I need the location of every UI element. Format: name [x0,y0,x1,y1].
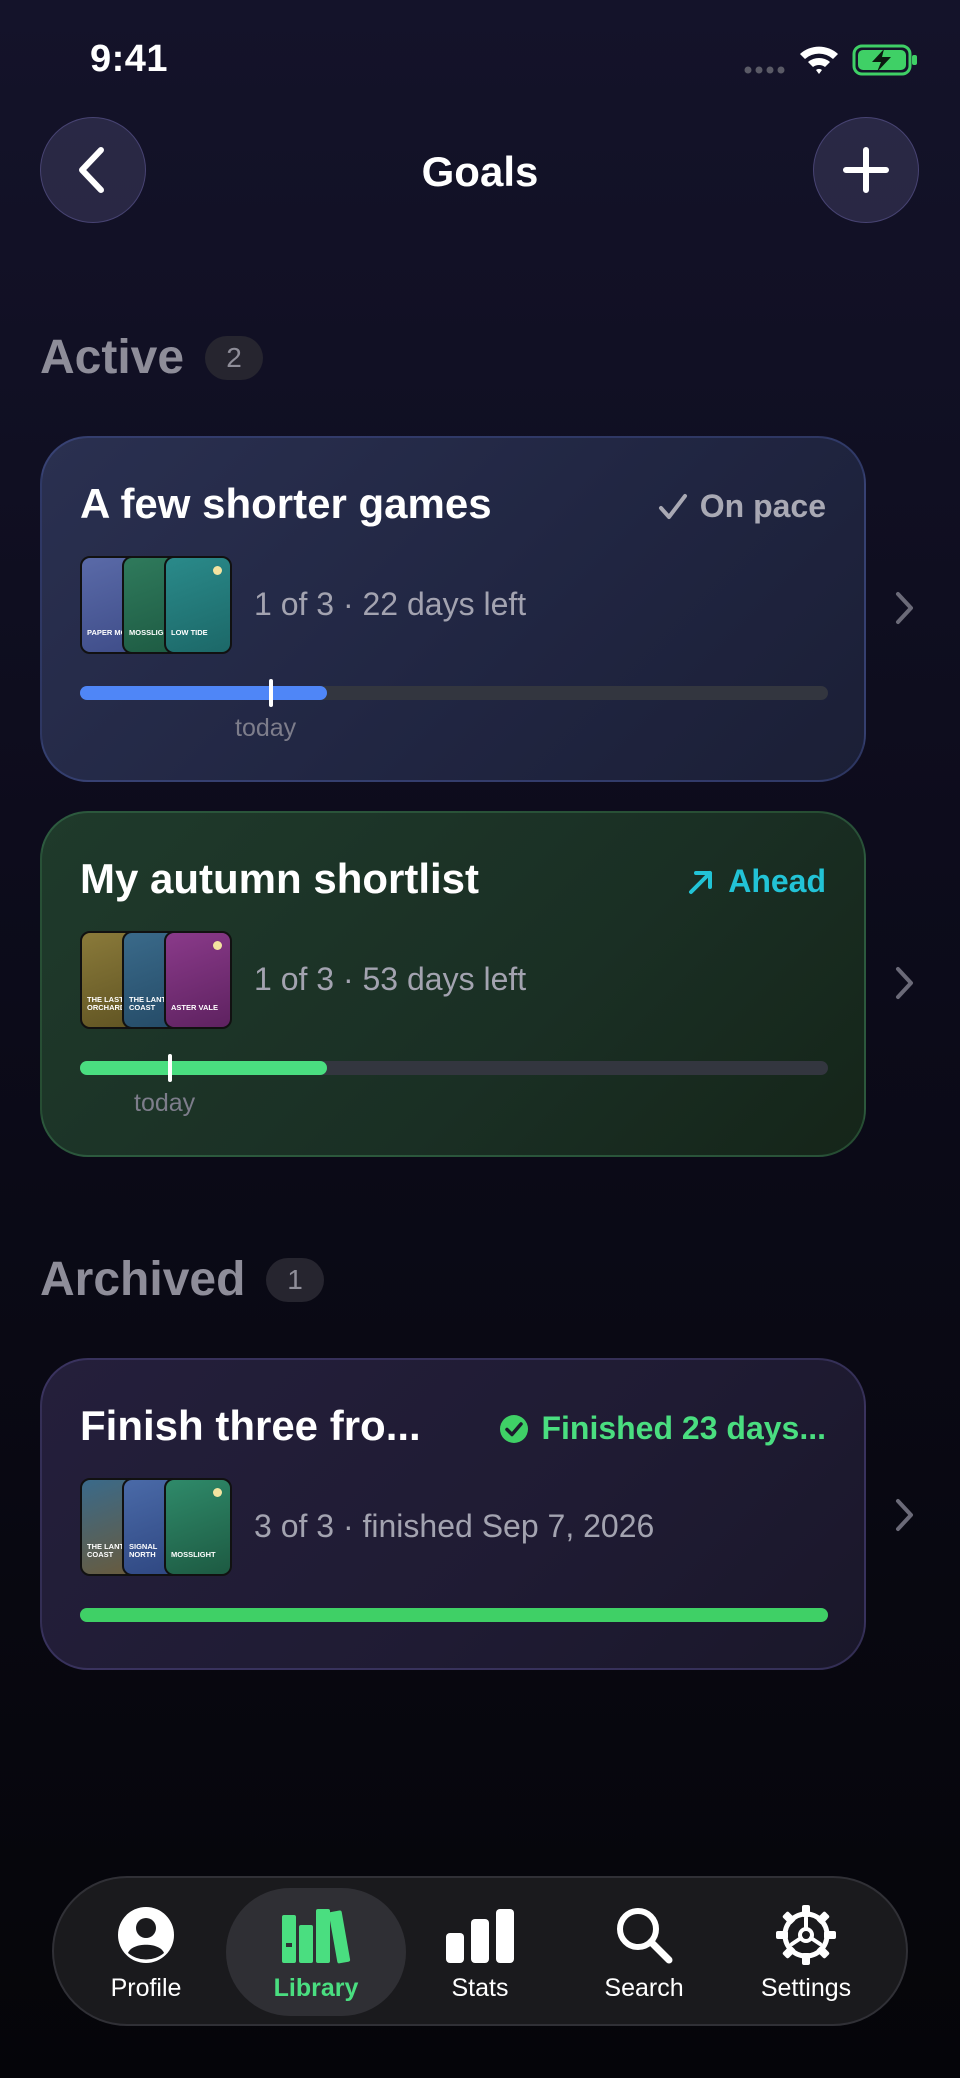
battery-charging-icon [852,44,917,76]
tab-stats[interactable]: Stats [390,1888,570,2016]
today-label: today [235,714,297,742]
checkmark-icon [658,493,687,519]
gear-icon [776,1905,836,1965]
tab-label: Library [273,1974,359,2002]
tab-label: Settings [760,1974,852,2002]
books-icon [282,1909,351,1964]
today-label: today [134,1089,196,1117]
progress-fill [80,686,327,700]
person-circle-icon [118,1907,174,1963]
tab-label: Profile [110,1974,182,2002]
game-covers: PAPER MOON MOSSLIGHT LOW TIDE [80,556,232,654]
cover-title: MOSSLIGHT [171,1550,216,1560]
today-marker [269,679,273,707]
chevron-right-icon[interactable] [894,965,916,1006]
status-icons [742,42,922,78]
checkmark-circle-icon [500,1414,529,1443]
arrow-up-right-icon [689,870,713,894]
plus-icon [843,147,889,193]
goal-status-label: Ahead [728,863,826,899]
chevron-right-icon[interactable] [894,590,916,631]
goal-status-label: Finished 23 days... [541,1410,826,1446]
goal-status-ahead: Ahead [686,863,826,900]
tab-label: Stats [451,1974,509,2002]
wifi-icon [800,46,838,74]
goal-progress-bar [80,1608,828,1622]
tab-settings[interactable]: Settings [716,1888,896,2016]
goal-status-on-pace: On pace [658,488,826,525]
goal-title: My autumn shortlist [80,855,480,902]
add-goal-button[interactable] [813,117,919,223]
goal-progress-text: 1 of 3 · 22 days left [254,586,527,622]
goal-card-autumn-shortlist[interactable]: My autumn shortlist Ahead THE LAST ORCHA… [40,811,866,1157]
goal-progress-text: 1 of 3 · 53 days left [254,961,527,997]
game-covers: THE LANTERN COAST SIGNAL NORTH MOSSLIGHT [80,1478,232,1576]
active-count-badge: 2 [205,336,263,380]
magnifier-icon [617,1908,673,1964]
cellular-signal-icon [744,66,785,74]
goal-card-finished[interactable]: Finish three fro... Finished 23 days... … [40,1358,866,1670]
goal-progress-bar [80,679,828,707]
tab-label: Search [604,1974,684,2002]
goal-status-label: On pace [699,488,826,524]
tab-library[interactable]: Library [226,1888,406,2016]
bar-chart-icon [446,1909,514,1963]
section-title-active: Active [40,331,185,384]
goal-status-finished: Finished 23 days... [499,1410,826,1447]
cover-title: LOW TIDE [171,628,208,638]
progress-fill [80,1061,327,1075]
game-cover: ASTER VALE [164,931,232,1029]
section-title-archived: Archived [40,1253,246,1306]
archived-count-badge: 1 [266,1258,324,1302]
goal-progress-text: 3 of 3 · finished Sep 7, 2026 [254,1508,655,1544]
game-covers: THE LAST ORCHARD THE LANTERN COAST ASTER… [80,931,232,1029]
goal-progress-bar [80,1054,828,1082]
goal-card-shorter-games[interactable]: A few shorter games On pace PAPER MOON M… [40,436,866,782]
game-cover: LOW TIDE [164,556,232,654]
today-marker [168,1054,172,1082]
tab-profile[interactable]: Profile [56,1888,236,2016]
goal-title: A few shorter games [80,480,492,527]
progress-fill [80,1608,828,1622]
goal-title: Finish three fro... [80,1402,421,1449]
cover-title: ASTER VALE [171,1003,218,1013]
chevron-right-icon[interactable] [894,1497,916,1538]
game-cover: MOSSLIGHT [164,1478,232,1576]
tab-bar: Profile Library Stats Search Settings [52,1876,908,2026]
status-time: 9:41 [90,38,169,80]
tab-search[interactable]: Search [554,1888,734,2016]
